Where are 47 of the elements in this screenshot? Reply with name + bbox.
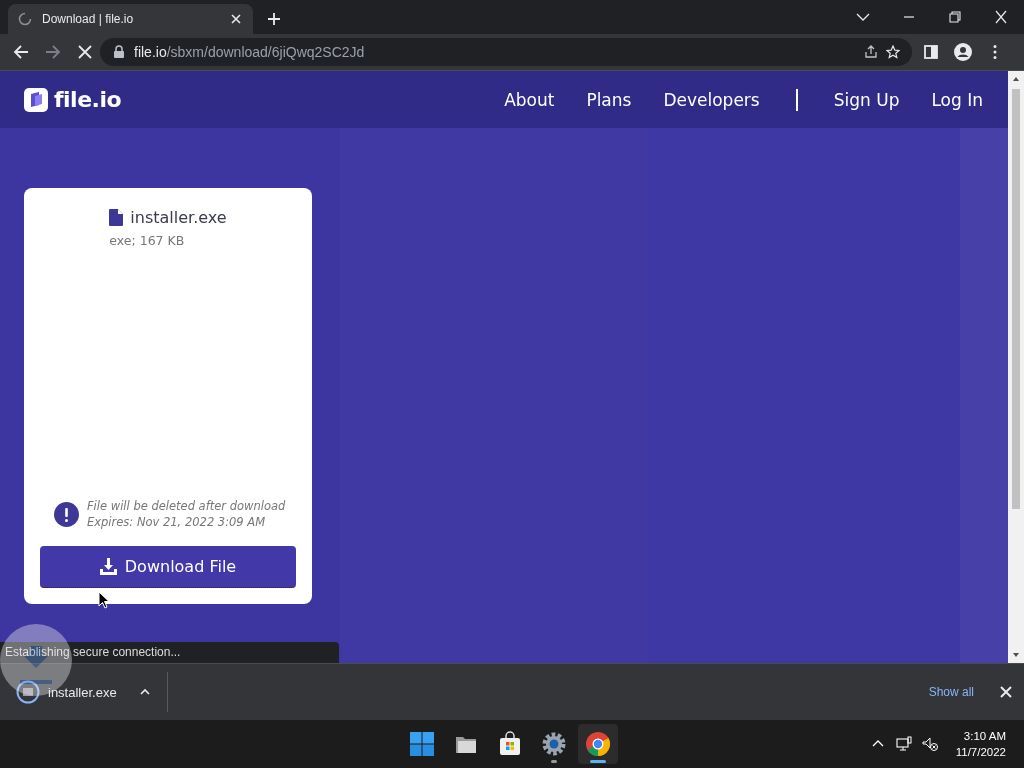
bookmark-star-icon[interactable] (886, 45, 900, 59)
nav-link[interactable]: About (504, 89, 555, 110)
store-bag-icon[interactable] (497, 731, 523, 757)
auth-link[interactable]: Log In (931, 89, 983, 110)
forward-icon[interactable] (44, 43, 62, 61)
back-icon[interactable] (12, 43, 30, 61)
auth-link[interactable]: Sign Up (833, 89, 900, 110)
file-name: installer.exe (130, 208, 227, 227)
status-bubble: Establishing secure connection... (0, 642, 339, 663)
file-icon (109, 209, 124, 226)
delete-notice: File will be deleted after download (87, 498, 286, 514)
lock-icon (112, 45, 126, 59)
logo-icon (24, 87, 48, 112)
tab-title: Download | file.io (42, 12, 135, 26)
info-icon (54, 501, 79, 527)
new-tab-icon[interactable] (267, 12, 281, 26)
stop-icon[interactable] (76, 43, 94, 61)
download-button[interactable]: Download File (40, 546, 296, 588)
scrollbar[interactable] (1008, 71, 1024, 663)
network-icon[interactable] (895, 736, 912, 752)
clock-time[interactable]: 3:10 AM (955, 728, 1006, 744)
clock-date[interactable]: 11/7/2022 (955, 744, 1006, 760)
running-indicator (551, 760, 557, 763)
nav-link[interactable]: Developers (663, 89, 760, 110)
gear-icon[interactable] (541, 731, 567, 757)
side-panel-icon[interactable] (922, 43, 940, 61)
active-indicator (590, 760, 606, 763)
show-all-link[interactable]: Show all (928, 685, 974, 699)
download-progress-icon (16, 680, 40, 704)
windows-start-icon[interactable] (409, 731, 435, 757)
address-bar[interactable]: file.io/sbxm/download/6jiQwq2SC2Jd (100, 38, 912, 66)
browser-icon[interactable] (585, 731, 611, 757)
expiry-text: Expires: Nov 21, 2022 3:09 AM (87, 514, 267, 530)
url-text: file.io/sbxm/download/6jiQwq2SC2Jd (134, 44, 366, 60)
muted-speaker-icon[interactable] (921, 736, 938, 752)
taskbar-app[interactable] (578, 724, 618, 764)
close-tab-icon[interactable] (229, 12, 243, 26)
download-icon (99, 558, 117, 575)
download-name: installer.exe (48, 684, 118, 700)
logo-text[interactable]: file.io (54, 87, 122, 112)
close-icon[interactable] (1000, 686, 1012, 698)
nav-link[interactable]: Plans (586, 89, 632, 110)
share-icon[interactable] (864, 45, 878, 59)
file-meta: exe; 167 KB (109, 233, 185, 248)
download-item[interactable]: installer.exe (0, 672, 168, 712)
profile-icon[interactable] (954, 43, 972, 61)
browser-tab[interactable]: Download | file.io (8, 4, 253, 34)
